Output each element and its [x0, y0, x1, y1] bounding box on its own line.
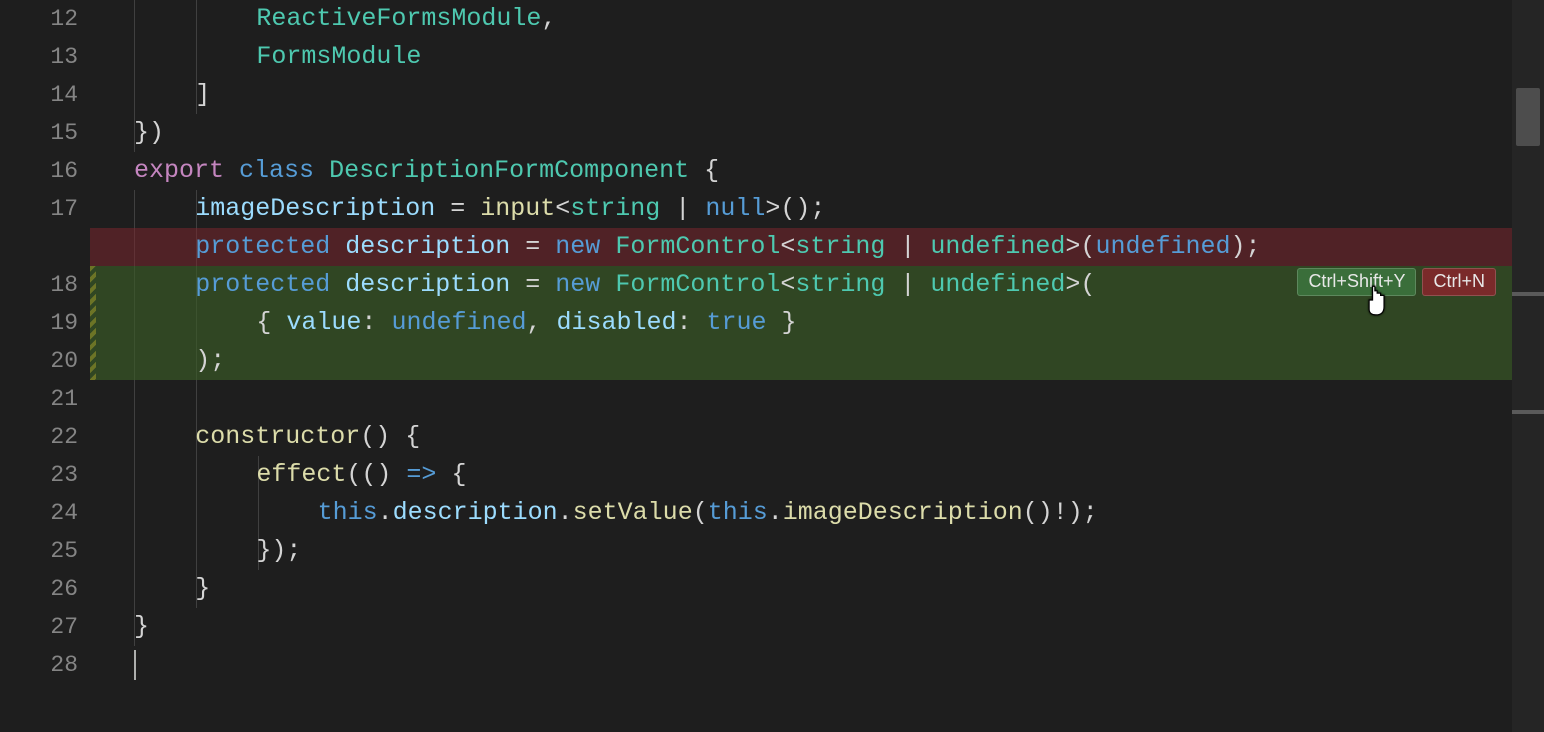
ruler-mark — [1512, 292, 1544, 296]
code-line[interactable]: effect(() => { — [90, 456, 1544, 494]
scrollbar-thumb[interactable] — [1516, 88, 1540, 146]
diff-removed-line[interactable]: protected description = new FormControl<… — [90, 228, 1544, 266]
ruler-mark — [1512, 410, 1544, 414]
text-caret — [134, 650, 136, 680]
line-number-removed — [0, 228, 78, 266]
line-number: 26 — [0, 570, 78, 608]
code-line[interactable]: export class DescriptionFormComponent { — [90, 152, 1544, 190]
line-number: 28 — [0, 646, 78, 684]
code-editor[interactable]: 12 13 14 15 16 17 18 19 20 21 22 23 24 2… — [0, 0, 1544, 732]
line-number: 17 — [0, 190, 78, 228]
code-line[interactable]: }) — [90, 114, 1544, 152]
code-line[interactable]: } — [90, 570, 1544, 608]
code-line[interactable]: imageDescription = input<string | null>(… — [90, 190, 1544, 228]
overview-ruler[interactable] — [1512, 0, 1544, 732]
diff-added-line[interactable]: { value: undefined, disabled: true } — [90, 304, 1544, 342]
line-number: 25 — [0, 532, 78, 570]
accept-suggestion-button[interactable]: Ctrl+Shift+Y — [1297, 268, 1416, 296]
code-line[interactable]: this.description.setValue(this.imageDesc… — [90, 494, 1544, 532]
code-line[interactable]: ReactiveFormsModule, — [90, 0, 1544, 38]
line-number: 20 — [0, 342, 78, 380]
line-number-gutter: 12 13 14 15 16 17 18 19 20 21 22 23 24 2… — [0, 0, 90, 732]
line-number: 13 — [0, 38, 78, 76]
reject-suggestion-button[interactable]: Ctrl+N — [1422, 268, 1496, 296]
line-number: 15 — [0, 114, 78, 152]
line-number: 14 — [0, 76, 78, 114]
code-line[interactable]: }); — [90, 532, 1544, 570]
inline-suggestion-actions: Ctrl+Shift+Y Ctrl+N — [1297, 268, 1496, 296]
line-number: 19 — [0, 304, 78, 342]
diff-added-line[interactable]: ); — [90, 342, 1544, 380]
line-number: 23 — [0, 456, 78, 494]
code-area[interactable]: ReactiveFormsModule, FormsModule ] }) ex… — [90, 0, 1544, 684]
line-number: 16 — [0, 152, 78, 190]
line-number: 21 — [0, 380, 78, 418]
code-line[interactable] — [90, 646, 1544, 684]
code-line[interactable]: } — [90, 608, 1544, 646]
line-number: 12 — [0, 0, 78, 38]
line-number: 18 — [0, 266, 78, 304]
line-number: 24 — [0, 494, 78, 532]
line-number: 22 — [0, 418, 78, 456]
code-line[interactable]: ] — [90, 76, 1544, 114]
code-line[interactable]: FormsModule — [90, 38, 1544, 76]
line-number: 27 — [0, 608, 78, 646]
code-line[interactable] — [90, 380, 1544, 418]
code-line[interactable]: constructor() { — [90, 418, 1544, 456]
